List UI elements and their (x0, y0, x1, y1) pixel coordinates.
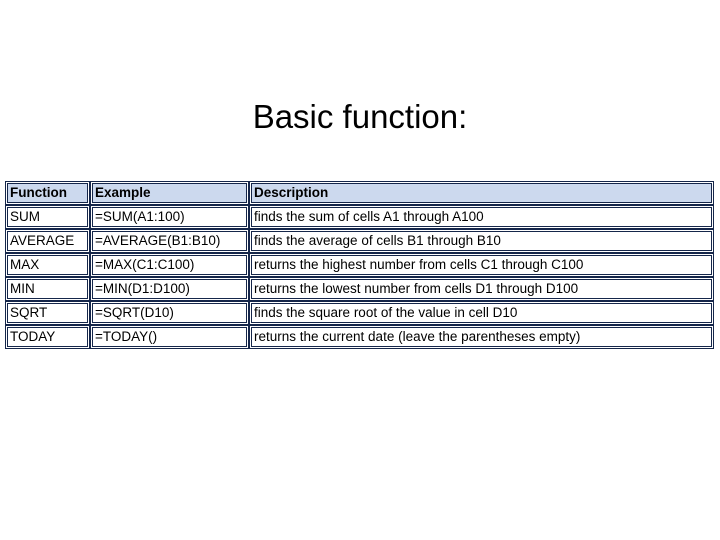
cell-example: =SUM(A1:100) (90, 205, 249, 229)
table-row: SQRT =SQRT(D10) finds the square root of… (5, 301, 714, 325)
cell-function: TODAY (5, 325, 90, 349)
cell-description: finds the square root of the value in ce… (249, 301, 714, 325)
cell-example: =MAX(C1:C100) (90, 253, 249, 277)
table-row: TODAY =TODAY() returns the current date … (5, 325, 714, 349)
page-title: Basic function: (252, 98, 468, 135)
cell-function: MAX (5, 253, 90, 277)
cell-function: MIN (5, 277, 90, 301)
cell-example: =TODAY() (90, 325, 249, 349)
column-header-example: Example (90, 181, 249, 205)
table-row: MAX =MAX(C1:C100) returns the highest nu… (5, 253, 714, 277)
cell-example: =AVERAGE(B1:B10) (90, 229, 249, 253)
cell-description: returns the highest number from cells C1… (249, 253, 714, 277)
basic-function-table: Function Example Description SUM =SUM(A1… (5, 181, 714, 349)
basic-function-table-container: Function Example Description SUM =SUM(A1… (5, 181, 714, 349)
cell-description: finds the sum of cells A1 through A100 (249, 205, 714, 229)
cell-description: finds the average of cells B1 through B1… (249, 229, 714, 253)
cell-function: SQRT (5, 301, 90, 325)
cell-function: AVERAGE (5, 229, 90, 253)
cell-description: returns the current date (leave the pare… (249, 325, 714, 349)
cell-function: SUM (5, 205, 90, 229)
cell-example: =MIN(D1:D100) (90, 277, 249, 301)
table-header-row: Function Example Description (5, 181, 714, 205)
column-header-description: Description (249, 181, 714, 205)
table-header: Function Example Description (5, 181, 714, 205)
cell-description: returns the lowest number from cells D1 … (249, 277, 714, 301)
table-row: MIN =MIN(D1:D100) returns the lowest num… (5, 277, 714, 301)
cell-example: =SQRT(D10) (90, 301, 249, 325)
table-row: AVERAGE =AVERAGE(B1:B10) finds the avera… (5, 229, 714, 253)
table-body: SUM =SUM(A1:100) finds the sum of cells … (5, 205, 714, 349)
column-header-function: Function (5, 181, 90, 205)
table-row: SUM =SUM(A1:100) finds the sum of cells … (5, 205, 714, 229)
